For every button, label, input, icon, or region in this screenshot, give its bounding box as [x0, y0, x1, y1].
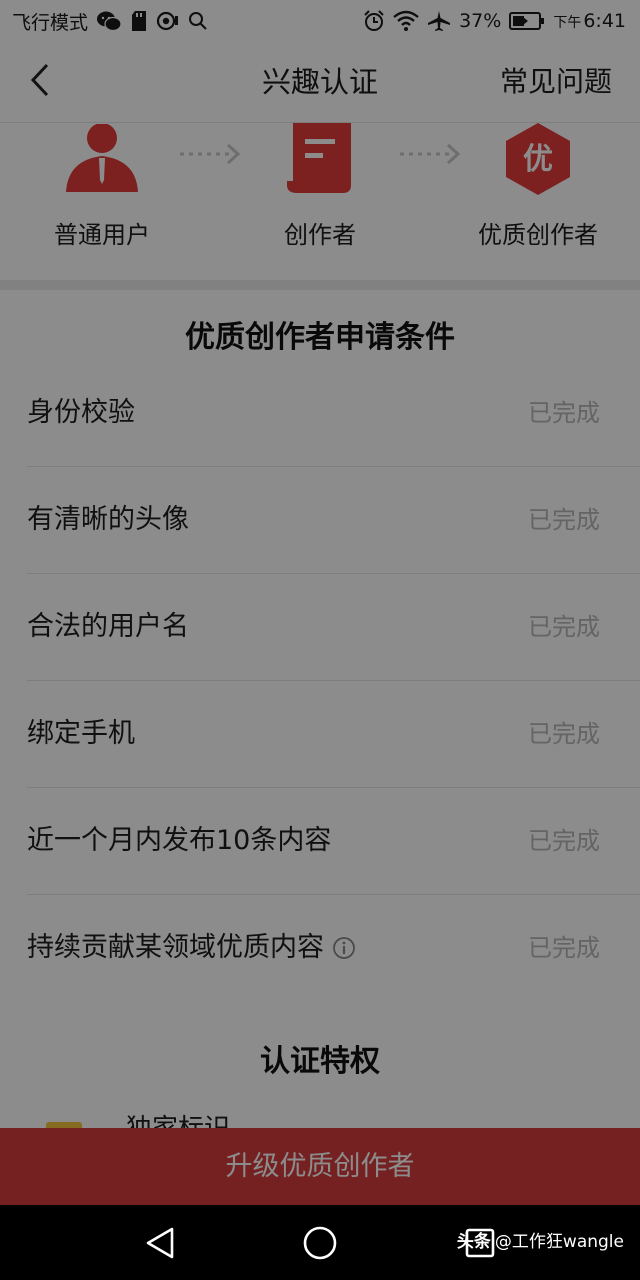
watermark-logo: 头条 — [456, 1232, 491, 1252]
circle-home-icon — [302, 1225, 338, 1265]
dim-overlay — [0, 0, 640, 1205]
system-home-button[interactable] — [300, 1225, 340, 1265]
triangle-back-icon — [144, 1226, 176, 1264]
watermark-handle: @工作狂wangle — [494, 1232, 624, 1252]
system-nav-bar: 头条 @工作狂wangle — [0, 1205, 640, 1280]
system-back-button[interactable] — [140, 1225, 180, 1265]
app-screen: 飞行模式 37% 下午 6:41 兴趣认证 常见问题 普通用户 创作者 优 优质… — [0, 0, 640, 1205]
watermark: 头条 @工作狂wangle — [457, 1205, 624, 1280]
